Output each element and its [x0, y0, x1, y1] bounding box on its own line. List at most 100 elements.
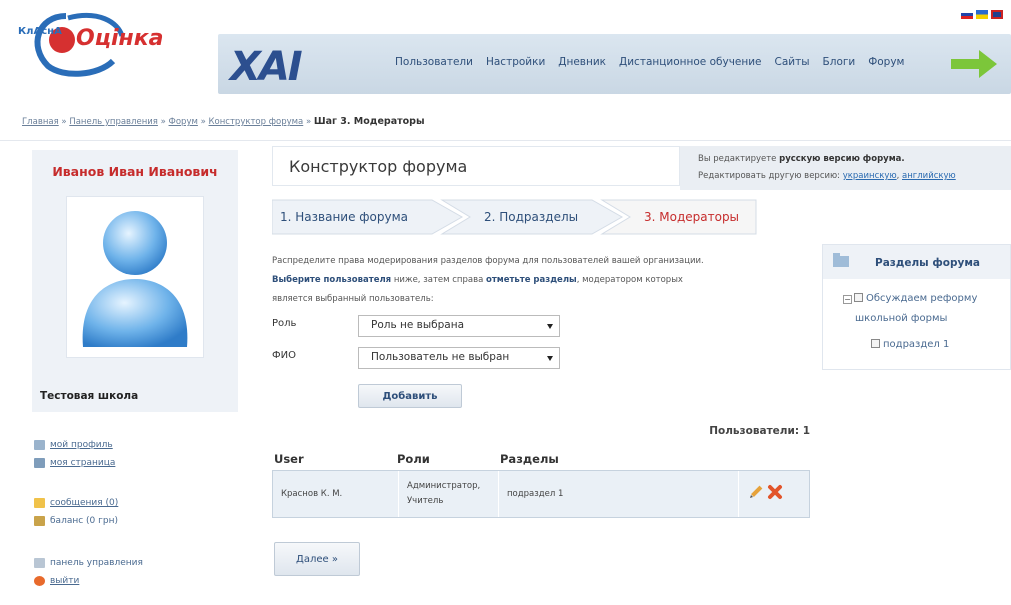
my-profile-label: мой профиль	[50, 440, 113, 450]
avatar	[66, 196, 204, 358]
breadcrumb-separator: »	[303, 117, 314, 127]
logo-prefix: КлАснА	[18, 26, 62, 37]
nav-menu: Пользователи Настройки Дневник Дистанцио…	[395, 56, 904, 68]
nav-forum[interactable]: Форум	[868, 56, 904, 68]
nav-diary[interactable]: Дневник	[558, 56, 606, 68]
control-panel-link[interactable]: панель управления	[34, 558, 143, 568]
forum-sections-panel: Разделы форума − Обсуждаем реформу школьн…	[822, 244, 1011, 370]
tree-topic[interactable]: − Обсуждаем реформу	[843, 293, 977, 304]
arrow-right-icon[interactable]	[951, 50, 997, 78]
topic-label: Обсуждаем реформу	[866, 293, 978, 304]
subsection-checkbox[interactable]	[871, 339, 880, 348]
profile-card: Иванов Иван Иванович Тестовая школа	[32, 150, 238, 412]
profile-icon	[34, 440, 45, 450]
user-select[interactable]: Пользователь не выбран	[358, 347, 560, 369]
logout-link[interactable]: выйти	[34, 576, 79, 586]
role-select[interactable]: Роль не выбрана	[358, 315, 560, 337]
column-sections: Разделы	[500, 452, 559, 466]
folder-icon	[833, 253, 849, 267]
info-line-3: является выбранный пользователь:	[272, 294, 434, 304]
cell-roles-line1: Администратор,	[407, 481, 481, 491]
page-title-box: Конструктор форума	[272, 146, 680, 186]
tree-subsection[interactable]: подраздел 1	[871, 339, 949, 350]
instructions-text: Распределите права модерирования раздело…	[272, 252, 772, 309]
messages-link[interactable]: сообщения (0)	[34, 498, 118, 508]
edit-version-note: Вы редактируете русскую версию форума. Р…	[680, 146, 1011, 190]
delete-cross-icon[interactable]	[767, 484, 783, 500]
nav-distance-learning[interactable]: Дистанционное обучение	[619, 56, 762, 68]
nav-blogs[interactable]: Блоги	[823, 56, 856, 68]
breadcrumb: Главная » Панель управления » Форум » Ко…	[22, 116, 425, 127]
divider	[0, 140, 1011, 141]
my-page-link[interactable]: моя страница	[34, 458, 115, 468]
envelope-icon	[34, 498, 45, 508]
breadcrumb-current: Шаг 3. Модераторы	[313, 116, 425, 127]
sections-header: Разделы форума	[823, 245, 1010, 279]
logout-icon	[34, 576, 45, 586]
edit-english-link[interactable]: английскую	[902, 171, 956, 181]
edit-note-current: русскую версию форума.	[779, 154, 905, 164]
my-profile-link[interactable]: мой профиль	[34, 440, 113, 450]
logout-label: выйти	[50, 576, 80, 586]
breadcrumb-home[interactable]: Главная	[22, 117, 59, 127]
breadcrumb-forum[interactable]: Форум	[169, 117, 198, 127]
site-logo[interactable]: КлАснА Оцінка	[18, 6, 178, 78]
logo-text: Оцінка	[76, 26, 164, 51]
profile-name: Иванов Иван Иванович	[52, 164, 218, 179]
control-panel-label: панель управления	[50, 558, 143, 568]
info-end: , модератором которых	[576, 275, 683, 285]
user-avatar-icon	[82, 211, 188, 347]
balance-label: баланс (0 грн)	[50, 516, 118, 526]
edit-note-prefix: Вы редактируете	[698, 154, 780, 164]
add-button[interactable]: Добавить	[358, 384, 462, 408]
step-2-subsections[interactable]: 2. Подразделы	[484, 210, 578, 224]
breadcrumb-forum-builder[interactable]: Конструктор форума	[209, 117, 304, 127]
cell-roles-line2: Учитель	[407, 496, 444, 506]
role-label: Роль	[272, 318, 297, 329]
table-row[interactable]: Краснов К. М. Администратор, Учитель под…	[272, 470, 810, 518]
info-bold-select-user: Выберите пользователя	[272, 275, 392, 285]
sections-title: Разделы форума	[875, 257, 980, 269]
breadcrumb-control-panel[interactable]: Панель управления	[69, 117, 158, 127]
cell-roles: Администратор, Учитель	[399, 471, 499, 517]
my-page-label: моя страница	[50, 458, 116, 468]
gb-flag-icon[interactable]	[991, 10, 1003, 19]
column-user: User	[274, 452, 304, 466]
role-select-value: Роль не выбрана	[371, 319, 465, 331]
chevron-down-icon	[547, 324, 553, 329]
subsection-label: подраздел 1	[883, 339, 950, 350]
chevron-down-icon	[547, 356, 553, 361]
topic-label-line2: школьной формы	[855, 313, 948, 324]
collapse-toggle-icon[interactable]: −	[843, 295, 852, 304]
money-icon	[34, 516, 45, 526]
nav-users[interactable]: Пользователи	[395, 56, 473, 68]
user-select-value: Пользователь не выбран	[371, 351, 510, 363]
school-name: Тестовая школа	[40, 390, 139, 402]
edit-pencil-icon[interactable]	[748, 484, 764, 500]
panel-icon	[34, 558, 45, 568]
edit-other-prefix: Редактировать другую версию:	[698, 171, 843, 181]
users-count: Пользователи: 1	[709, 425, 810, 437]
balance-link[interactable]: баланс (0 грн)	[34, 516, 118, 526]
ru-flag-icon[interactable]	[961, 10, 973, 19]
next-button[interactable]: Далее »	[274, 542, 360, 576]
edit-ukrainian-link[interactable]: украинскую	[843, 171, 897, 181]
messages-label: сообщения (0)	[50, 498, 119, 508]
column-roles: Роли	[397, 452, 430, 466]
breadcrumb-separator: »	[197, 117, 209, 127]
cell-user: Краснов К. М.	[273, 471, 399, 517]
nav-sites[interactable]: Сайты	[775, 56, 810, 68]
ua-flag-icon[interactable]	[976, 10, 988, 19]
info-line-1: Распределите права модерирования раздело…	[272, 256, 704, 266]
breadcrumb-separator: »	[58, 117, 70, 127]
row-actions	[748, 484, 783, 500]
nav-settings[interactable]: Настройки	[486, 56, 545, 68]
step-3-moderators: 3. Модераторы	[644, 210, 740, 224]
breadcrumb-separator: »	[157, 117, 169, 127]
topic-checkbox[interactable]	[854, 293, 863, 302]
language-flags	[961, 10, 1003, 19]
page-title: Конструктор форума	[289, 157, 468, 176]
page-icon	[34, 458, 45, 468]
step-1-name[interactable]: 1. Название форума	[280, 210, 408, 224]
cell-sections: подраздел 1	[499, 471, 739, 517]
